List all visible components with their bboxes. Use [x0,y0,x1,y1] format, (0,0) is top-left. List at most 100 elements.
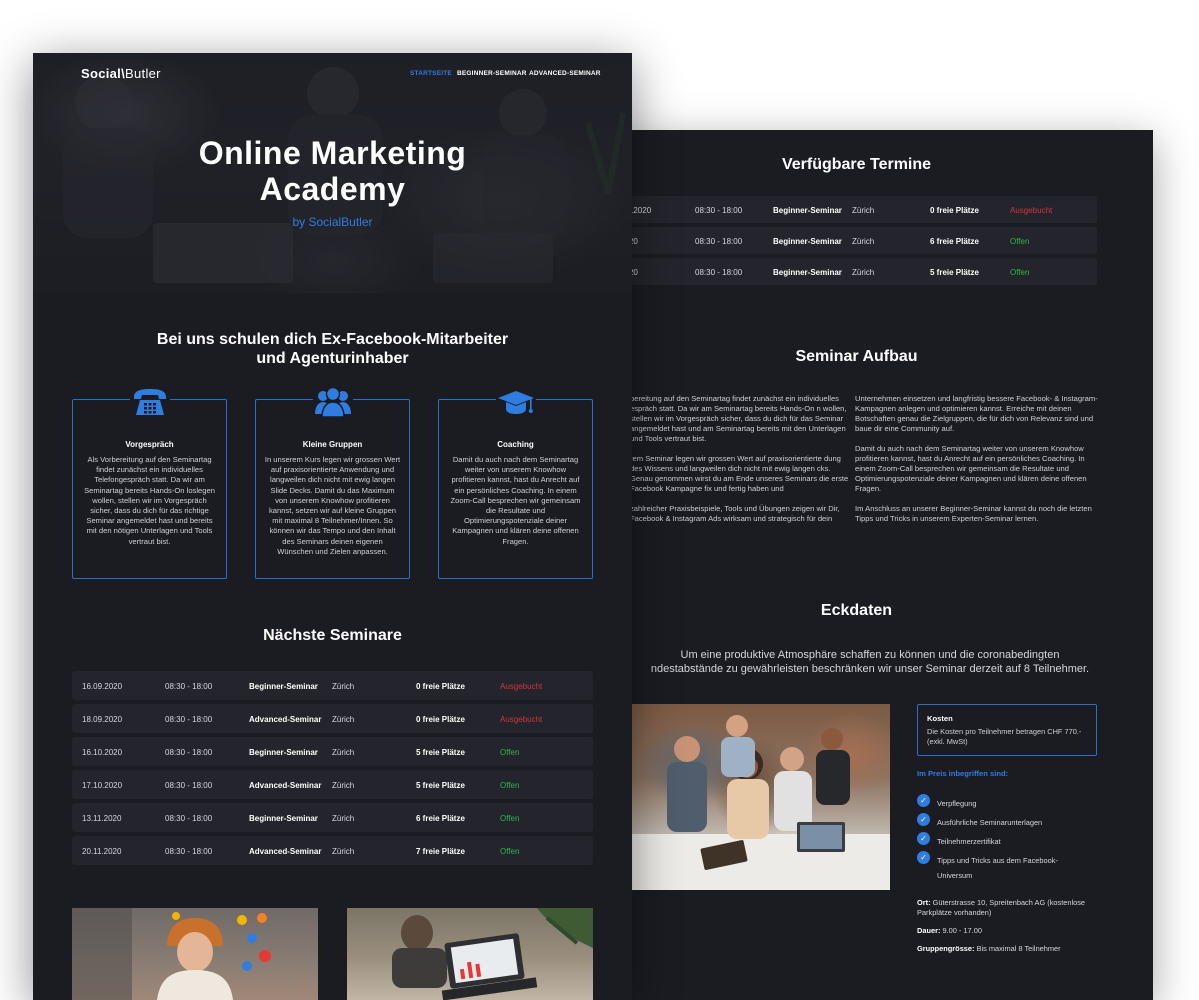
structure-paragraph: bereitung auf den Seminartag findet zunä… [630,394,847,443]
seminar-seats: 0 freie Plätze [930,206,979,215]
seminar-row[interactable]: 202008:30 - 18:00Beginner-SeminarZürich5… [560,258,1097,285]
feature-card-text: Damit du auch nach dem Seminartag weiter… [450,455,581,546]
nav-item-startseite[interactable]: STARTSEITE [410,70,452,77]
group-size-info: Gruppengrösse: Bis maximal 8 Teilnehmer [917,944,1061,953]
seminar-date: 20.11.2020 [82,847,122,856]
seminar-time: 08:30 - 18:00 [695,237,743,246]
checkmark-icon: ✓ [917,813,930,826]
nav-item-beginner-seminar[interactable]: BEGINNER-SEMINAR [457,70,527,77]
hero-title-line: Online Marketing [198,135,467,171]
structure-paragraph: rem Seminar legen wir grossen Wert auf p… [630,454,849,493]
structure-paragraph: Im Anschluss an unserer Beginner-Seminar… [855,504,1092,523]
seminar-row[interactable]: 16.09.2020 08:30 - 18:00 Beginner-Seminar Z… [72,671,593,700]
seminar-seats: 5 freie Plätze [416,748,465,757]
intro-heading: Bei uns schulen dich Ex-Facebook-Mitarbe… [33,330,632,368]
structure-heading: Seminar Aufbau [795,348,918,365]
seminar-status: Offen [500,814,520,823]
hero-section: Social\Butler STARTSEITE BEGINNER-SEMINA… [33,53,632,293]
group-size-label: Gruppengrösse: [917,944,975,953]
seminar-type: Beginner-Seminar [249,814,318,823]
intro-heading-line: und Agenturinhaber [256,350,409,367]
seminar-type: Beginner-Seminar [249,682,318,691]
seminar-status: Offen [1010,237,1030,246]
telephone-icon [129,386,170,418]
seminar-time: 08:30 - 18:00 [165,814,213,823]
seminar-city: Zürich [852,206,875,215]
group-size-value: Bis maximal 8 Teilnehmer [976,944,1061,953]
seminar-time: 08:30 - 18:00 [165,847,213,856]
seminar-row[interactable]: 13.11.2020 08:30 - 18:00 Beginner-Seminar Z… [72,803,593,832]
included-item-label: Teilnehmerzertifikat [937,837,1001,846]
seminar-status: Offen [500,748,520,757]
checkmark-icon: ✓ [917,832,930,845]
structure-left-column: bereitung auf den Seminartag findet zunä… [630,394,850,534]
seminar-city: Zürich [332,715,355,724]
seminar-time: 08:30 - 18:00 [165,682,213,691]
location-info: Ort: Güterstrasse 10, Spreitenbach AG (k… [917,898,1097,917]
seminar-type: Advanced-Seminar [249,781,322,790]
social-media-illustration [72,908,271,1000]
seminar-type: Beginner-Seminar [249,748,318,757]
front-page-preview: Social\Butler STARTSEITE BEGINNER-SEMINA… [33,53,632,1000]
seminar-row[interactable]: .09.2020 08:30 - 18:00 Beginner-Seminar Zür… [560,196,1097,223]
seminar-type: Beginner-Seminar [773,237,842,246]
location-label: Ort: [917,898,931,907]
seminar-seats: 6 freie Plätze [416,814,465,823]
included-item-label: Tipps und Tricks aus dem Facebook-Univer… [937,856,1058,880]
group-icon [312,386,353,418]
laptop-analytics-photo [347,908,593,1000]
key-data-intro-line: ndestabstände zu gewährleisten beschränk… [650,663,1090,675]
feature-card-title: Coaching [497,440,534,449]
seminar-date: 16.09.2020 [82,682,123,691]
seminar-row[interactable]: 16.10.2020 08:30 - 18:00 Beginner-Seminar Z… [72,737,593,766]
brand-name-bold: Social [81,66,122,81]
seminar-city: Zürich [852,268,875,277]
seminar-city: Zürich [332,781,355,790]
structure-paragraph: Unternehmen einsetzen und langfristig be… [855,394,1098,433]
seminar-row[interactable]: 17.10.2020 08:30 - 18:00 Advanced-Seminar Z… [72,770,593,799]
seminar-city: Zürich [332,748,355,757]
available-dates-heading: Verfügbare Termine [781,156,932,173]
duration-value: 9.00 - 17.00 [942,926,982,935]
key-data-intro: Um eine produktive Atmosphäre schaffen z… [600,648,1140,676]
brand-name-light: Butler [125,66,161,81]
seminar-time: 08:30 - 18:00 [165,748,213,757]
seminar-city: Zürich [332,814,355,823]
seminar-row[interactable]: 202008:30 - 18:00Beginner-SeminarZürich6… [560,227,1097,254]
seminar-type: Advanced-Seminar [249,847,322,856]
seminar-seats: 6 freie Plätze [930,237,979,246]
nav-item-advanced-seminar[interactable]: ADVANCED-SEMINAR [529,70,601,77]
seminar-time: 08:30 - 18:00 [695,268,743,277]
seminar-date: 13.11.2020 [82,814,122,823]
included-title: Im Preis inbegriffen sind: [917,769,1009,778]
hero-subtitle: by SocialButler [292,215,373,229]
included-item-label: Ausführliche Seminarunterlagen [937,818,1043,827]
seminar-status: Ausgebucht [500,682,543,691]
laptop-analytics-illustration [392,908,593,1000]
seminar-city: Zürich [332,682,355,691]
seminar-status: Ausgebucht [1010,206,1053,215]
feature-card: Coaching Damit du auch nach dem Seminart… [438,386,593,579]
location-value: Güterstrasse 10, Spreitenbach AG (kosten… [917,898,1086,917]
team-photo [632,704,890,890]
brand-logo[interactable]: Social\Butler [81,66,161,81]
seminar-row[interactable]: 20.11.2020 08:30 - 18:00 Advanced-Seminar Z… [72,836,593,865]
back-page-preview: Verfügbare Termine .09.2020 08:30 - 18:00… [560,130,1153,1000]
key-data-heading: Eckdaten [820,602,893,619]
seminar-seats: 0 freie Plätze [416,682,465,691]
cost-text: Die Kosten pro Teilnehmer betragen CHF 7… [927,727,1082,746]
feature-card-text: Als Vorbereitung auf den Seminartag find… [84,455,215,546]
social-media-photo [72,908,318,1000]
seminar-city: Zürich [852,237,875,246]
structure-paragraph: zahlreicher Praxisbeispiele, Tools und Ü… [630,504,840,523]
feature-card: Kleine Gruppen In unserem Kurs legen wir… [255,386,410,579]
seminar-status: Ausgebucht [500,715,543,724]
seminar-date: 17.10.2020 [82,781,123,790]
seminar-time: 08:30 - 18:00 [165,781,213,790]
feature-card: Vorgespräch Als Vorbereitung auf den Sem… [72,386,227,579]
hero-title-line: Academy [259,171,406,207]
included-item-label: Verpflegung [937,799,977,808]
seminar-row[interactable]: 18.09.2020 08:30 - 18:00 Advanced-Seminar Z… [72,704,593,733]
duration-info: Dauer: 9.00 - 17.00 [917,926,982,935]
seminar-status: Offen [500,847,520,856]
